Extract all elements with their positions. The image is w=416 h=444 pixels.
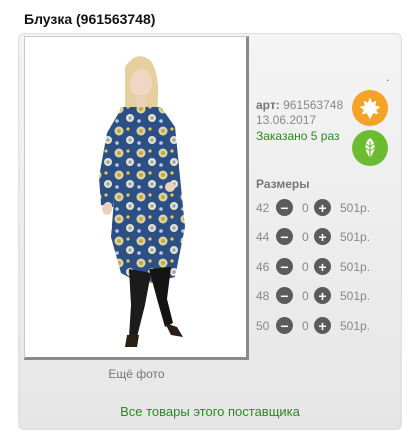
size-row-48: 48 − 0 + 501р.: [256, 287, 396, 305]
supplier-products-link[interactable]: Все товары этого поставщика: [18, 404, 402, 419]
size-qty: 0: [302, 230, 309, 244]
minus-icon[interactable]: −: [276, 287, 293, 304]
size-price: 501р.: [340, 319, 371, 333]
size-price: 501р.: [340, 260, 371, 274]
size-label: 50: [256, 319, 270, 333]
article-value: 961563748: [283, 98, 344, 112]
size-price: 501р.: [340, 230, 371, 244]
ordered-count: Заказано 5 раз: [256, 129, 340, 143]
leaf-icon[interactable]: [352, 130, 388, 166]
size-label: 44: [256, 230, 270, 244]
size-price: 501р.: [340, 289, 371, 303]
minus-icon[interactable]: −: [276, 228, 293, 245]
size-row-42: 42 − 0 + 501р.: [256, 199, 396, 217]
size-label: 46: [256, 260, 270, 274]
product-photo-image: [25, 37, 246, 357]
sizes-heading: Размеры: [256, 177, 310, 191]
size-qty: 0: [302, 319, 309, 333]
size-row-46: 46 − 0 + 501р.: [256, 258, 396, 276]
plus-icon[interactable]: +: [314, 258, 331, 275]
maple-leaf-icon-shape: [359, 97, 381, 119]
size-label: 42: [256, 201, 270, 215]
leaf-icon-shape: [365, 138, 375, 158]
dot-mark: .: [386, 70, 390, 84]
product-photo[interactable]: [24, 36, 249, 360]
size-qty: 0: [302, 201, 309, 215]
article-label: арт:: [256, 98, 280, 112]
plus-icon[interactable]: +: [314, 228, 331, 245]
plus-icon[interactable]: +: [314, 287, 331, 304]
plus-icon[interactable]: +: [314, 317, 331, 334]
article-line: арт: 961563748: [256, 98, 343, 112]
size-label: 48: [256, 289, 270, 303]
minus-icon[interactable]: −: [276, 258, 293, 275]
product-date: 13.06.2017: [256, 113, 317, 127]
size-row-44: 44 − 0 + 501р.: [256, 228, 396, 246]
size-price: 501р.: [340, 201, 371, 215]
size-row-50: 50 − 0 + 501р.: [256, 317, 396, 335]
minus-icon[interactable]: −: [276, 199, 293, 216]
plus-icon[interactable]: +: [314, 199, 331, 216]
more-photos-link[interactable]: Ещё фото: [24, 367, 249, 381]
maple-leaf-icon[interactable]: [352, 90, 388, 126]
minus-icon[interactable]: −: [276, 317, 293, 334]
size-qty: 0: [302, 289, 309, 303]
size-qty: 0: [302, 260, 309, 274]
product-title: Блузка (961563748): [24, 11, 156, 27]
